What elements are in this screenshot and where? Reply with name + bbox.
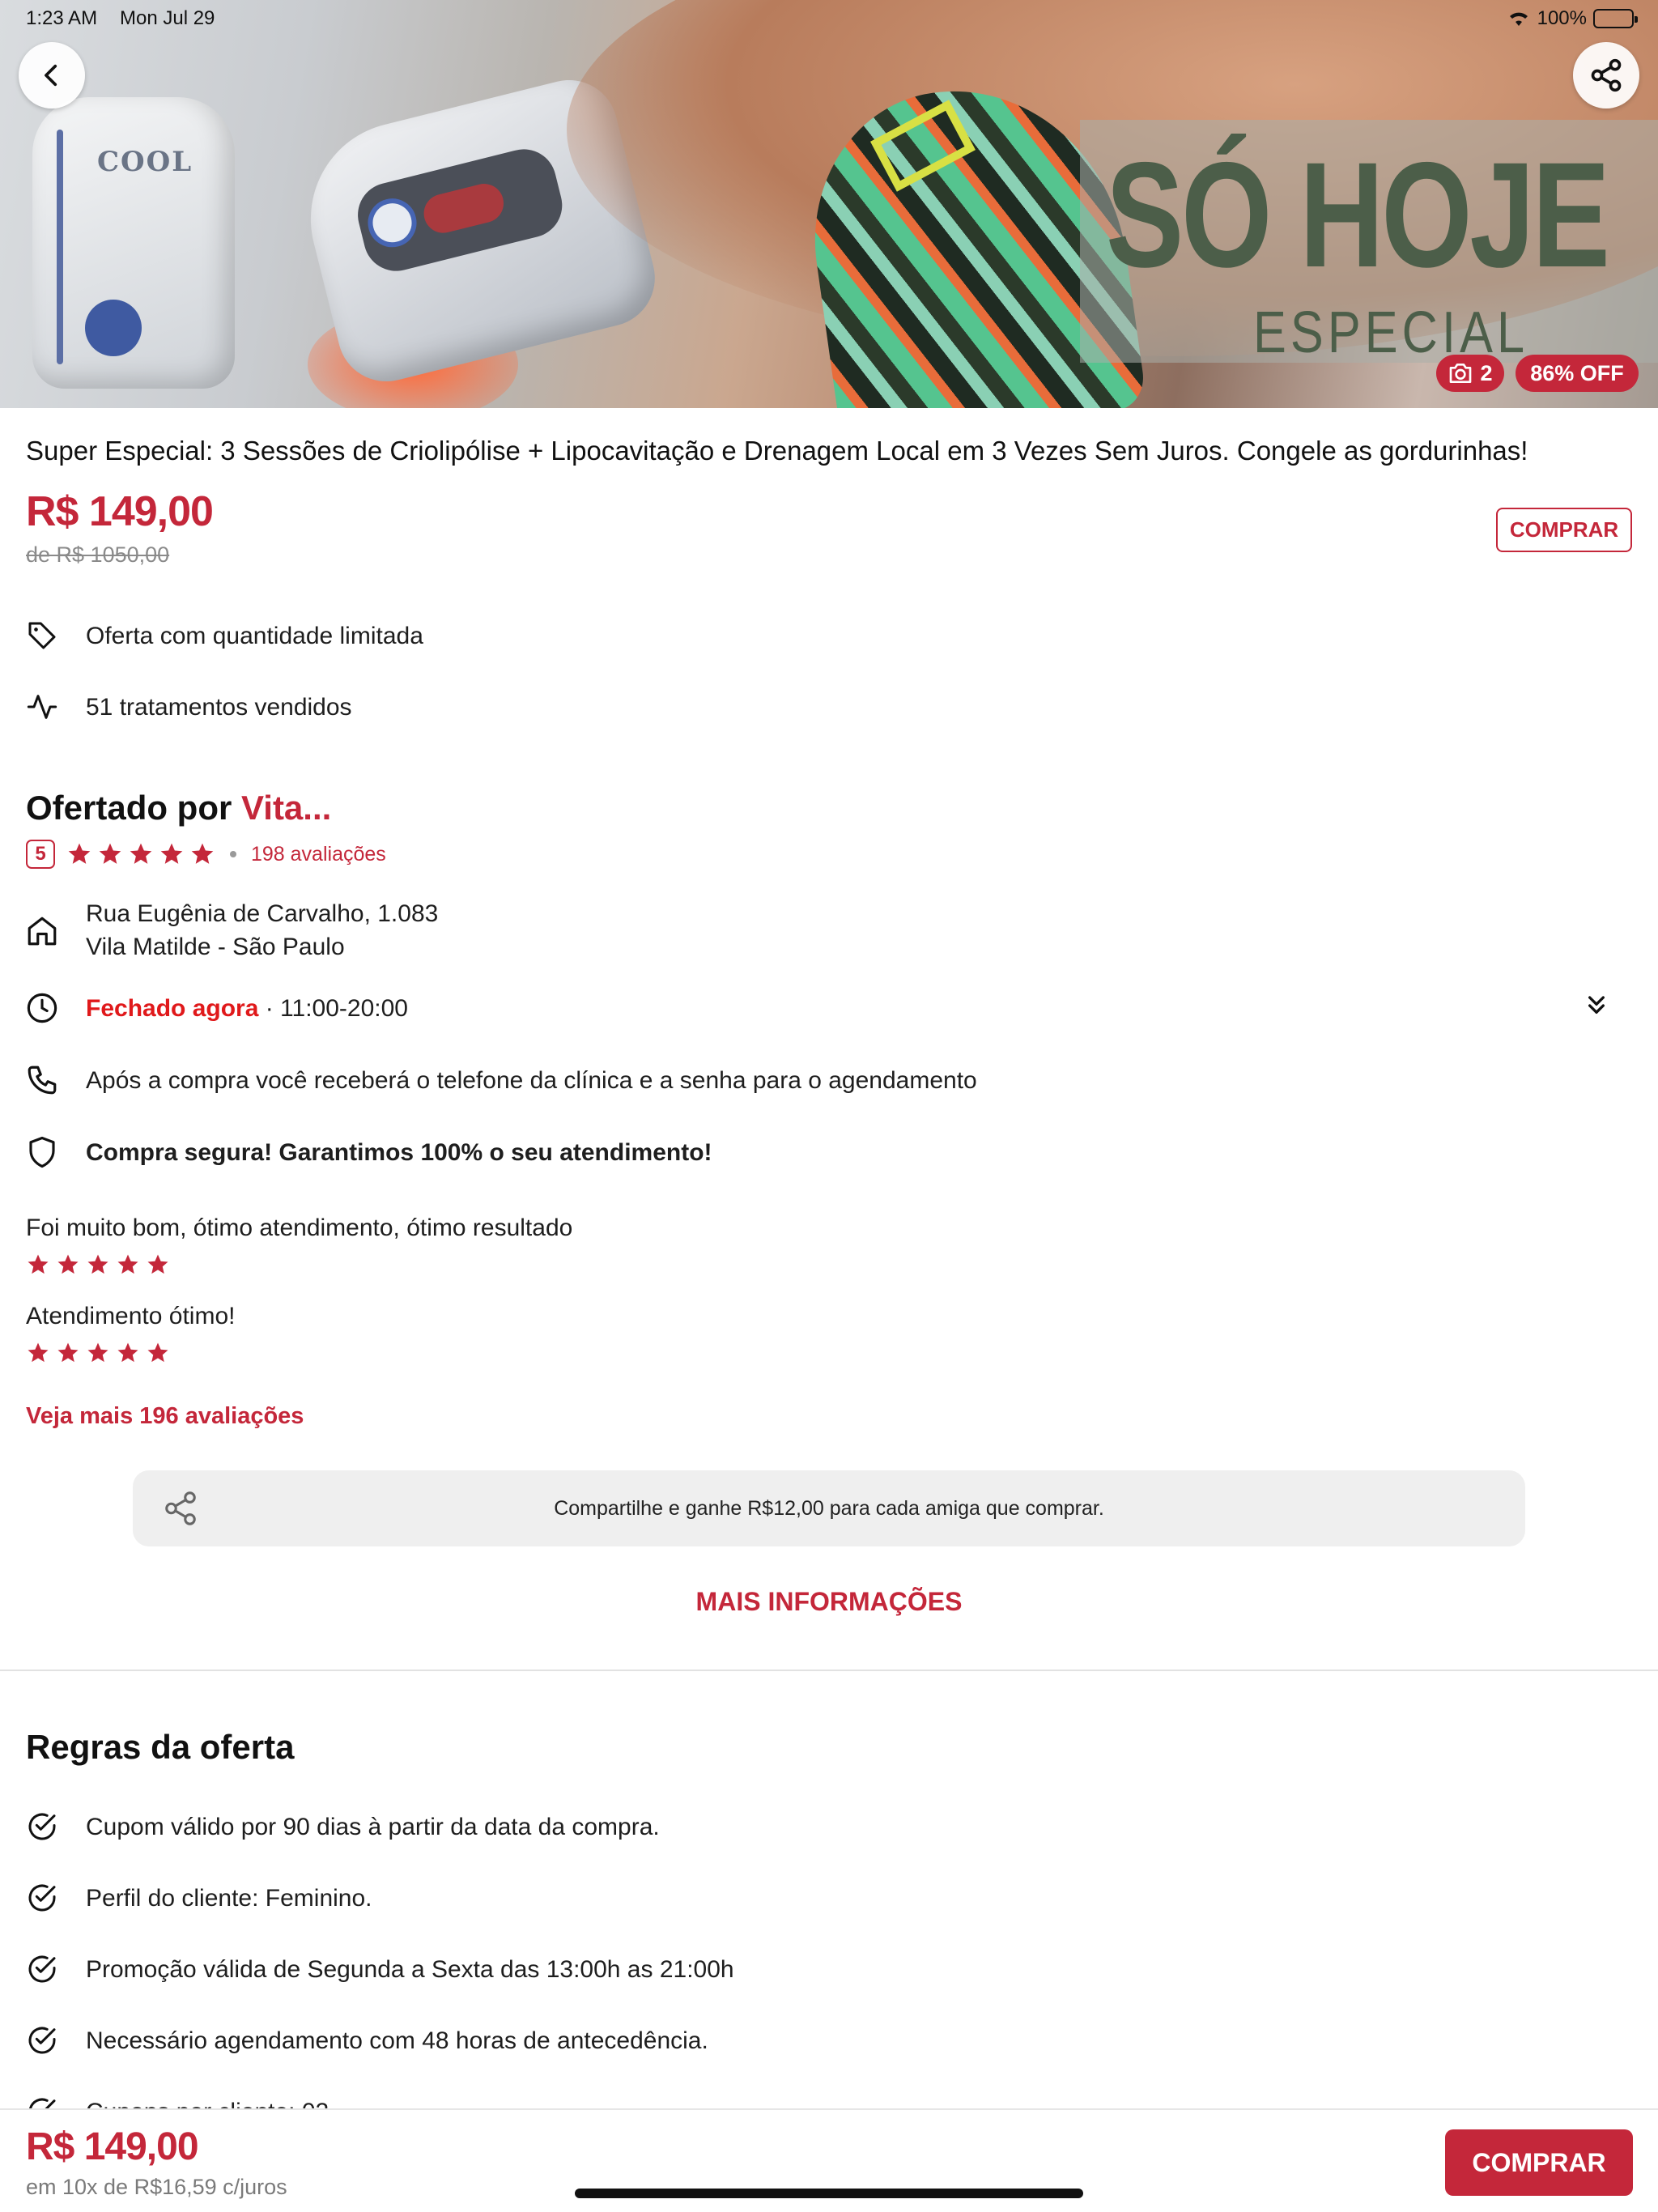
promo-banner-title: SÓ HOJE [1106, 132, 1610, 299]
status-date: Mon Jul 29 [120, 7, 215, 29]
star-icon [160, 843, 183, 864]
home-indicator[interactable] [575, 2189, 1083, 2198]
provider-name-link[interactable]: Vita... [241, 789, 331, 827]
treatments-sold-text: 51 tratamentos vendidos [86, 693, 352, 721]
rule-text: Necessário agendamento com 48 horas de a… [86, 2027, 708, 2054]
rating-stars [66, 841, 215, 867]
shield-icon [24, 1134, 60, 1170]
star-icon [130, 843, 152, 864]
status-bar: 1:23 AM Mon Jul 29 100% [0, 0, 1658, 37]
check-circle-icon [24, 1951, 60, 1987]
secure-purchase-text: Compra segura! Garantimos 100% o seu ate… [86, 1138, 712, 1166]
reviews-count-link[interactable]: 198 avaliações [251, 843, 386, 866]
battery-icon [1593, 9, 1638, 28]
buy-button-top[interactable]: COMPRAR [1496, 508, 1632, 552]
rules-heading: Regras da oferta [26, 1728, 295, 1766]
rule-text: Cupom válido por 90 dias à partir da dat… [86, 1813, 660, 1840]
provider-heading: Ofertado por Vita... [26, 789, 331, 827]
rule-item: Cupom válido por 90 dias à partir da dat… [24, 1809, 660, 1844]
phone-icon [24, 1062, 60, 1098]
rule-item: Promoção válida de Segunda a Sexta das 1… [24, 1951, 734, 1987]
rule-text: Promoção válida de Segunda a Sexta das 1… [86, 1955, 734, 1983]
star-icon [57, 1254, 79, 1274]
review-text: Atendimento ótimo! [26, 1303, 236, 1329]
rule-item: Perfil do cliente: Feminino. [24, 1880, 372, 1916]
buy-button[interactable]: COMPRAR [1445, 2129, 1633, 2196]
rule-text: Perfil do cliente: Feminino. [86, 1884, 372, 1912]
chevron-left-icon [38, 62, 66, 89]
star-icon [87, 1254, 108, 1274]
address-line1: Rua Eugênia de Carvalho, 1.083 [86, 900, 439, 927]
check-circle-icon [24, 1809, 60, 1844]
original-price: de R$ 1050,00 [26, 542, 170, 567]
address-text: Rua Eugênia de Carvalho, 1.083 Vila Mati… [86, 897, 438, 963]
installments-text: em 10x de R$16,59 c/juros [26, 2175, 287, 2199]
chevron-double-down-icon [1580, 989, 1613, 1022]
star-icon [147, 1342, 168, 1363]
bottom-price: R$ 149,00 [26, 2125, 199, 2168]
expand-hours-button[interactable] [1580, 989, 1613, 1022]
star-icon [191, 843, 214, 864]
share-referral-banner[interactable]: Compartilhe e ganhe R$12,00 para cada am… [133, 1470, 1525, 1546]
offer-price: R$ 149,00 [26, 488, 214, 535]
provider-rating[interactable]: 5 198 avaliações [26, 840, 386, 869]
share-icon [1588, 57, 1624, 93]
back-button[interactable] [19, 42, 85, 108]
wifi-icon [1507, 10, 1531, 28]
hero-image[interactable]: COOL SÓ HOJE ESPECIAL [0, 0, 1658, 408]
share-icon [162, 1490, 199, 1527]
discount-badge: 86% OFF [1516, 355, 1639, 392]
star-icon [28, 1342, 49, 1363]
photo-count-badge[interactable]: 2 [1436, 355, 1504, 392]
more-info-button[interactable]: MAIS INFORMAÇÕES [0, 1587, 1658, 1617]
cryolipolysis-machine-illustration: COOL [32, 97, 235, 389]
star-icon [68, 843, 91, 864]
hours-status: Fechado agora [86, 994, 259, 1022]
address-row[interactable]: Rua Eugênia de Carvalho, 1.083 Vila Mati… [24, 897, 438, 963]
review-text: Foi muito bom, ótimo atendimento, ótimo … [26, 1214, 573, 1241]
star-icon [99, 843, 121, 864]
secure-purchase-row: Compra segura! Garantimos 100% o seu ate… [24, 1134, 712, 1170]
star-icon [117, 1254, 138, 1274]
rule-item: Necessário agendamento com 48 horas de a… [24, 2023, 708, 2058]
section-divider [0, 1670, 1658, 1671]
photo-count: 2 [1480, 360, 1493, 385]
phone-info-row: Após a compra você receberá o telefone d… [24, 1062, 977, 1098]
treatments-sold-row: 51 tratamentos vendidos [24, 689, 352, 725]
limited-quantity-text: Oferta com quantidade limitada [86, 622, 423, 649]
star-icon [87, 1342, 108, 1363]
clock-icon [24, 990, 60, 1026]
home-icon [24, 913, 60, 949]
camera-icon [1448, 362, 1473, 385]
status-time: 1:23 AM [26, 7, 98, 29]
rating-score: 5 [26, 840, 55, 869]
check-circle-icon [24, 2023, 60, 2058]
share-button[interactable] [1573, 42, 1639, 108]
star-icon [57, 1342, 79, 1363]
check-circle-icon [24, 1880, 60, 1916]
review-stars [26, 1341, 170, 1365]
offer-title: Super Especial: 3 Sessões de Criolipólis… [26, 436, 1528, 466]
more-reviews-link[interactable]: Veja mais 196 avaliações [26, 1403, 304, 1430]
provider-heading-prefix: Ofertado por [26, 789, 232, 827]
star-icon [147, 1254, 168, 1274]
share-referral-text: Compartilhe e ganhe R$12,00 para cada am… [554, 1496, 1104, 1520]
star-icon [28, 1254, 49, 1274]
review-stars [26, 1253, 170, 1277]
address-line2: Vila Matilde - São Paulo [86, 934, 345, 960]
battery-percent: 100% [1537, 7, 1587, 29]
limited-quantity-row: Oferta com quantidade limitada [24, 618, 423, 653]
phone-info-text: Após a compra você receberá o telefone d… [86, 1066, 977, 1094]
star-icon [117, 1342, 138, 1363]
tag-icon [24, 618, 60, 653]
hours-row[interactable]: Fechado agora · 11:00-20:00 [24, 990, 408, 1026]
hours-text: · 11:00-20:00 [258, 994, 408, 1022]
activity-icon [24, 689, 60, 725]
machine-brand: COOL [97, 146, 193, 178]
